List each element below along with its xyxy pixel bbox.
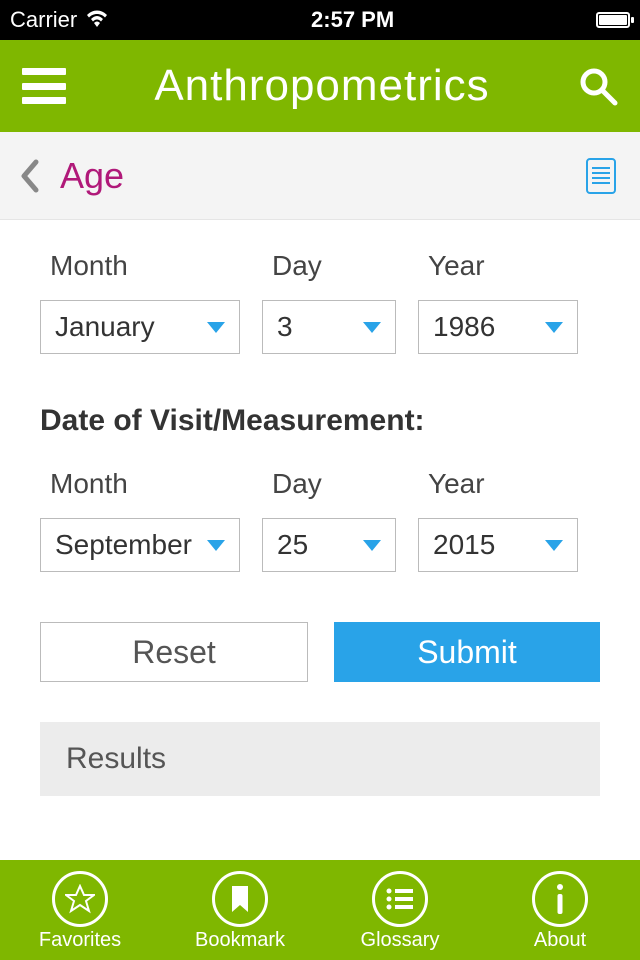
visit-year-value: 2015 <box>433 529 495 561</box>
nav-bookmark[interactable]: Bookmark <box>165 871 315 952</box>
birth-year-value: 1986 <box>433 311 495 343</box>
info-icon <box>532 871 588 927</box>
submit-button[interactable]: Submit <box>334 622 600 682</box>
visit-month-label: Month <box>40 468 240 500</box>
visit-day-label: Day <box>262 468 396 500</box>
app-header: Anthropometrics <box>0 40 640 132</box>
birth-month-label: Month <box>40 250 240 282</box>
subheader: Age <box>0 132 640 220</box>
birth-day-select[interactable]: 3 <box>262 300 396 354</box>
visit-heading: Date of Visit/Measurement: <box>40 404 600 438</box>
bottom-nav: Favorites Bookmark Glossary About <box>0 860 640 960</box>
app-title: Anthropometrics <box>154 61 489 111</box>
wifi-icon <box>85 7 109 33</box>
chevron-down-icon <box>363 322 381 333</box>
page-title: Age <box>60 155 124 197</box>
chevron-down-icon <box>545 322 563 333</box>
visit-month-value: September <box>55 529 192 561</box>
nav-favorites[interactable]: Favorites <box>5 871 155 952</box>
star-icon <box>52 871 108 927</box>
birthdate-row: Month January Day 3 Year 1986 <box>40 250 600 354</box>
nav-bookmark-label: Bookmark <box>195 929 285 952</box>
birth-year-label: Year <box>418 250 578 282</box>
visit-day-value: 25 <box>277 529 308 561</box>
notes-button[interactable] <box>586 158 616 194</box>
clock: 2:57 PM <box>311 7 394 33</box>
visitdate-row: Month September Day 25 Year 2015 <box>40 468 600 572</box>
bookmark-icon <box>212 871 268 927</box>
chevron-down-icon <box>545 540 563 551</box>
battery-icon <box>596 12 630 28</box>
nav-about-label: About <box>534 929 586 952</box>
birth-year-select[interactable]: 1986 <box>418 300 578 354</box>
birth-month-select[interactable]: January <box>40 300 240 354</box>
menu-button[interactable] <box>22 68 66 104</box>
nav-favorites-label: Favorites <box>39 929 121 952</box>
search-button[interactable] <box>578 66 618 106</box>
birth-month-value: January <box>55 311 155 343</box>
content: Month January Day 3 Year 1986 <box>0 220 640 860</box>
visit-day-select[interactable]: 25 <box>262 518 396 572</box>
chevron-down-icon <box>207 322 225 333</box>
birth-day-value: 3 <box>277 311 293 343</box>
status-bar: Carrier 2:57 PM <box>0 0 640 40</box>
nav-glossary-label: Glossary <box>361 929 440 952</box>
birth-day-label: Day <box>262 250 396 282</box>
nav-about[interactable]: About <box>485 871 635 952</box>
visit-month-select[interactable]: September <box>40 518 240 572</box>
visit-year-label: Year <box>418 468 578 500</box>
chevron-down-icon <box>363 540 381 551</box>
chevron-down-icon <box>207 540 225 551</box>
list-icon <box>372 871 428 927</box>
reset-button[interactable]: Reset <box>40 622 308 682</box>
carrier-label: Carrier <box>10 7 77 33</box>
nav-glossary[interactable]: Glossary <box>325 871 475 952</box>
visit-year-select[interactable]: 2015 <box>418 518 578 572</box>
results-heading: Results <box>40 722 600 796</box>
back-button[interactable] <box>18 158 40 194</box>
